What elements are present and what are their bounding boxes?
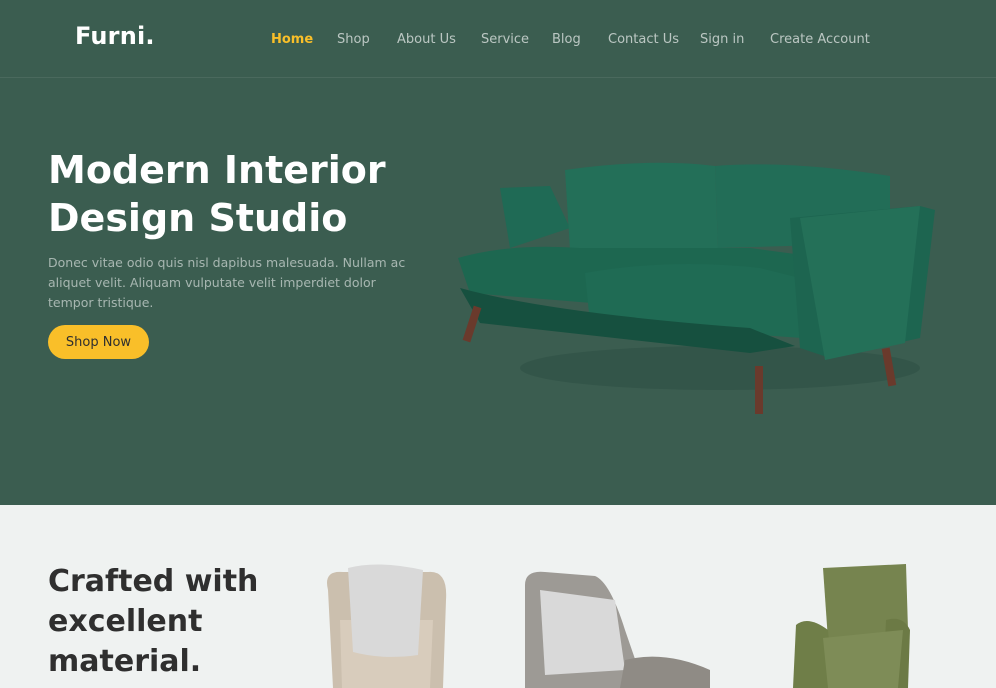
product-grey-lounge-chair-image[interactable] (515, 560, 715, 688)
nav-home[interactable]: Home (271, 32, 313, 47)
brand-logo[interactable]: Furni. (75, 22, 155, 50)
nav-create-account[interactable]: Create Account (770, 32, 870, 47)
nav-about-us[interactable]: About Us (397, 32, 456, 47)
nav-service[interactable]: Service (481, 32, 529, 47)
nav-sign-in[interactable]: Sign in (700, 32, 744, 47)
nav-shop[interactable]: Shop (337, 32, 370, 47)
sofa-image (458, 162, 935, 414)
section-heading: Crafted with excellent material. (48, 564, 259, 679)
hero-title: Modern Interior Design Studio (48, 148, 386, 240)
hero-description: Donec vitae odio quis nisl dapibus males… (48, 255, 406, 310)
product-olive-armchair-image[interactable] (778, 560, 918, 688)
nav-blog[interactable]: Blog (552, 32, 581, 47)
site-header: Furni. Home Shop About Us Service Blog C… (0, 0, 996, 78)
product-beige-armchair-image[interactable] (318, 560, 453, 688)
shop-now-button[interactable]: Shop Now (48, 325, 149, 359)
nav-contact-us[interactable]: Contact Us (608, 32, 679, 47)
